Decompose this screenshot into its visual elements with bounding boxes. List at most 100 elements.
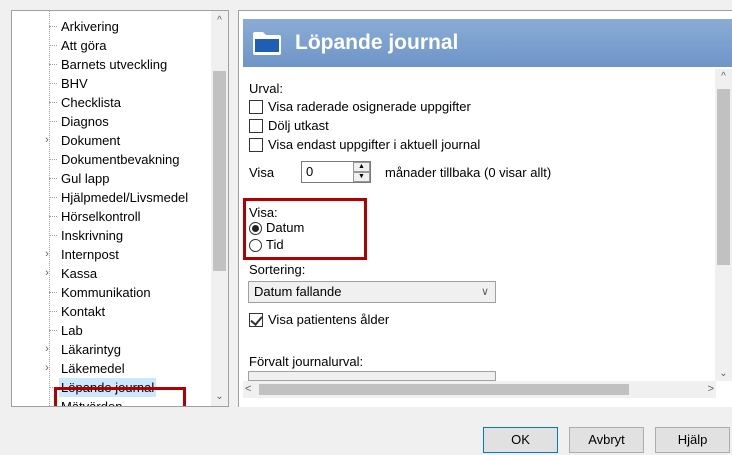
tree-guide bbox=[49, 26, 57, 27]
current-journal-only-checkbox[interactable] bbox=[249, 138, 263, 152]
tree-item[interactable]: › Kassa bbox=[12, 264, 212, 283]
panel-title: Löpande journal bbox=[295, 31, 459, 54]
tree-item-label: Checklista bbox=[61, 95, 121, 110]
tree-item-label: Barnets utveckling bbox=[61, 57, 168, 72]
default-selection-select[interactable] bbox=[248, 371, 496, 381]
tree-guide bbox=[49, 330, 57, 331]
tree-item[interactable]: Checklista bbox=[12, 93, 212, 112]
panel-vertical-scrollbar[interactable]: ^ ⌄ bbox=[715, 69, 732, 381]
help-button[interactable]: Hjälp bbox=[655, 427, 730, 453]
tree-guide bbox=[49, 197, 57, 198]
tree-item-label: Hjälpmedel/Livsmedel bbox=[61, 190, 189, 205]
visa-highlight-box bbox=[243, 198, 367, 260]
chevron-down-icon: ∨ bbox=[480, 286, 489, 298]
sort-label: Sortering: bbox=[249, 262, 306, 277]
panel-header: Löpande journal bbox=[243, 19, 732, 67]
sort-select[interactable]: Datum fallande ∨ bbox=[248, 281, 496, 303]
tree-item[interactable]: Barnets utveckling bbox=[12, 55, 212, 74]
chevron-right-icon[interactable]: › bbox=[42, 264, 52, 283]
tree-item[interactable]: Inskrivning bbox=[12, 226, 212, 245]
urval-label: Urval: bbox=[249, 81, 283, 96]
tree-item-label: BHV bbox=[61, 76, 88, 91]
tree-item-label: Läkarintyg bbox=[61, 342, 121, 357]
tree-item[interactable]: Kommunikation bbox=[12, 283, 212, 302]
tree-item-label: Arkivering bbox=[61, 19, 119, 34]
tree-item[interactable]: Hörselkontroll bbox=[12, 207, 212, 226]
panel-vscroll-thumb[interactable] bbox=[717, 89, 730, 265]
tree-item-label: Dokument bbox=[61, 133, 121, 148]
navigation-tree[interactable]: Arkivering Att göra Barnets utveckling BHV C… bbox=[11, 10, 229, 407]
tree-item-label: Läkemedel bbox=[61, 361, 125, 376]
tree-item[interactable]: Diagnos bbox=[12, 112, 212, 131]
tree-guide bbox=[49, 216, 57, 217]
folder-icon bbox=[253, 32, 281, 55]
months-suffix-label: månader tillbaka (0 visar allt) bbox=[385, 165, 552, 180]
tree-item[interactable]: Dokumentbevakning bbox=[12, 150, 212, 169]
tree-scroll-thumb[interactable] bbox=[213, 71, 226, 271]
tree-guide bbox=[49, 45, 57, 46]
show-deleted-checkbox[interactable] bbox=[249, 100, 263, 114]
tree-item-label: Internpost bbox=[61, 247, 119, 262]
tree-guide bbox=[49, 159, 57, 160]
tree-item[interactable]: › Läkemedel bbox=[12, 359, 212, 378]
tree-guide bbox=[49, 178, 57, 179]
tree-guide bbox=[49, 406, 57, 407]
tree-item-label: Diagnos bbox=[61, 114, 109, 129]
show-age-checkbox[interactable] bbox=[249, 313, 263, 327]
tree-item-label: Kassa bbox=[61, 266, 98, 281]
selected-item-highlight-box bbox=[54, 387, 186, 406]
tree-item[interactable]: Att göra bbox=[12, 36, 212, 55]
stepper-down-icon[interactable]: ▼ bbox=[353, 172, 370, 182]
settings-panel: Löpande journal Urval: Visa raderade osi… bbox=[238, 10, 732, 407]
tree-item-label: Inskrivning bbox=[61, 228, 124, 243]
scroll-down-icon[interactable]: ⌄ bbox=[715, 368, 732, 379]
months-prefix-label: Visa bbox=[249, 165, 275, 180]
tree-item[interactable]: › Internpost bbox=[12, 245, 212, 264]
panel-hscroll-thumb[interactable] bbox=[259, 384, 629, 395]
show-deleted-label: Visa raderade osignerade uppgifter bbox=[268, 99, 471, 114]
hide-drafts-label: Dölj utkast bbox=[268, 118, 329, 133]
tree-item-label: Gul lapp bbox=[61, 171, 110, 186]
tree-item[interactable]: Lab bbox=[12, 321, 212, 340]
tree-item[interactable]: › Dokument bbox=[12, 131, 212, 150]
tree-item[interactable]: Arkivering bbox=[12, 17, 212, 36]
tree-item-label: Lab bbox=[61, 323, 83, 338]
sort-select-value: Datum fallande bbox=[254, 284, 342, 299]
cancel-button[interactable]: Avbryt bbox=[569, 427, 644, 453]
chevron-right-icon[interactable]: › bbox=[42, 245, 52, 264]
tree-guide bbox=[49, 83, 57, 84]
scroll-right-icon[interactable]: > bbox=[708, 381, 714, 398]
tree-guide bbox=[49, 121, 57, 122]
ok-button[interactable]: OK bbox=[483, 427, 558, 453]
scroll-down-icon[interactable]: ⌄ bbox=[211, 391, 228, 402]
chevron-right-icon[interactable]: › bbox=[42, 340, 52, 359]
tree-item-label: Dokumentbevakning bbox=[61, 152, 180, 167]
show-age-label: Visa patientens ålder bbox=[268, 312, 390, 327]
tree-guide bbox=[49, 102, 57, 103]
stepper-up-icon[interactable]: ▲ bbox=[353, 162, 370, 172]
scroll-up-icon[interactable]: ^ bbox=[715, 71, 732, 82]
tree-item[interactable]: Hjälpmedel/Livsmedel bbox=[12, 188, 212, 207]
chevron-right-icon[interactable]: › bbox=[42, 359, 52, 378]
tree-item-label: Kontakt bbox=[61, 304, 106, 319]
tree-item[interactable]: Kontakt bbox=[12, 302, 212, 321]
tree-guide bbox=[49, 311, 57, 312]
scroll-left-icon[interactable]: < bbox=[245, 381, 251, 398]
hide-drafts-checkbox[interactable] bbox=[249, 119, 263, 133]
tree-item[interactable]: Gul lapp bbox=[12, 169, 212, 188]
tree-item[interactable]: › Läkarintyg bbox=[12, 340, 212, 359]
chevron-right-icon[interactable]: › bbox=[42, 131, 52, 150]
panel-horizontal-scrollbar[interactable]: < > bbox=[243, 381, 716, 398]
tree-item-label: Att göra bbox=[61, 38, 107, 53]
tree-item[interactable]: BHV bbox=[12, 74, 212, 93]
tree-guide bbox=[49, 235, 57, 236]
tree-guide bbox=[49, 292, 57, 293]
scroll-up-icon[interactable]: ^ bbox=[211, 15, 228, 26]
tree-guide bbox=[49, 64, 57, 65]
tree-item-label: Kommunikation bbox=[61, 285, 151, 300]
default-selection-label: Förvalt journalurval: bbox=[249, 354, 364, 369]
months-stepper[interactable]: ▲ ▼ bbox=[353, 162, 370, 182]
tree-item-label: Hörselkontroll bbox=[61, 209, 141, 224]
current-journal-only-label: Visa endast uppgifter i aktuell journal bbox=[268, 137, 481, 152]
tree-scrollbar[interactable]: ^ ⌄ bbox=[211, 11, 228, 406]
